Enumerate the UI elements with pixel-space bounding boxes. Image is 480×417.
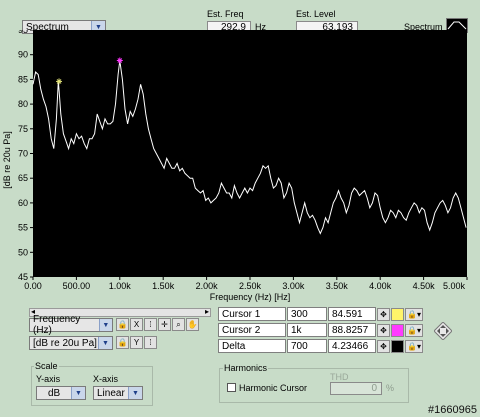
thd-label: THD [330,372,349,382]
scale-title: Scale [34,361,59,371]
y-tick-label: 55 [18,223,28,233]
graph-tools-y: 🔒 Y ⁞ [116,336,157,349]
graph-tools-x: 🔒 X ⁞ ✛ ⌕ ✋ [116,318,199,331]
cursor-y-cell[interactable]: 84.591 [328,307,376,321]
y-axis-label: [dB re 20u Pa] [2,131,12,189]
move-cursor-icon[interactable]: ✥ [377,307,390,321]
chevron-down-icon[interactable]: ▼ [98,319,112,331]
lock-icon[interactable]: 🔒 [116,318,129,331]
cursor-move-pad-icon[interactable] [433,321,453,341]
cursor-name-cell[interactable]: Delta [218,339,286,353]
watermark-text: #1660965 [428,404,477,416]
y-tick-label: 50 [18,247,28,257]
cursor-y-cell[interactable]: 4.23466 [328,339,376,353]
plot-area[interactable] [33,30,467,277]
harmonic-cursor-label: Harmonic Cursor [239,383,308,393]
zoom-tool-icon[interactable]: ⌕ [172,318,185,331]
pan-hand-icon[interactable]: ✋ [186,318,199,331]
chevron-down-icon[interactable]: ▼ [128,387,142,399]
y-tick-label: 90 [18,50,28,60]
harmonic-cursor-checkbox[interactable] [227,383,236,392]
diamond-pad-icon [433,321,453,341]
cursor-color-swatch[interactable] [391,339,404,353]
x-tick-label: 2.50k [239,281,262,291]
cursor-lock-icon[interactable]: 🔒▾ [405,323,423,337]
y-tick-label: 80 [18,99,28,109]
scroll-right-icon[interactable]: ▸ [205,307,209,316]
cursor-name-cell[interactable]: Cursor 1 [218,307,286,321]
crosshair-tool-icon[interactable]: ✛ [158,318,171,331]
cursor-row: Cursor 2 1k 88.8257 ✥ 🔒▾ [218,323,428,337]
cursor-name-cell[interactable]: Cursor 2 [218,323,286,337]
x-unit-select[interactable]: Frequency (Hz) ▼ [29,314,113,336]
est-level-label: Est. Level [296,9,336,19]
x-tick-label: 500.00 [63,281,91,291]
x-axis-label: Frequency (Hz) [Hz] [210,292,291,302]
x-autoscale-icon[interactable]: X [130,318,143,331]
y-tick-label: 95 [18,30,28,35]
cursor-row: Delta 700 4.23466 ✥ 🔒▾ [218,339,428,353]
cursor-lock-icon[interactable]: 🔒▾ [405,307,423,321]
x-tick-label: 0.00 [24,281,42,291]
cursor-table: Cursor 1 300 84.591 ✥ 🔒▾ Cursor 2 1k 88.8257 ✥ 🔒▾… [218,307,428,355]
cursor-lock-icon[interactable]: 🔒▾ [405,339,423,353]
y-axis-scale-label: Y-axis [36,374,61,384]
x-tick-label: 3.00k [282,281,305,291]
y-tick-label: 65 [18,173,28,183]
est-freq-label: Est. Freq [207,9,244,19]
thd-value: 0 [330,382,382,395]
chevron-down-icon[interactable]: ▼ [98,337,112,349]
y-tick-label: 75 [18,124,28,134]
spectrum-chart[interactable]: 9590858075706560555045 0.00 500.00 1.00k 1.… [0,30,480,306]
cursor-x-cell[interactable]: 700 [287,339,327,353]
cursor-color-swatch[interactable] [391,307,404,321]
y-tick-label: 85 [18,74,28,84]
x-tick-label: 5.00k [443,281,466,291]
move-cursor-icon[interactable]: ✥ [377,323,390,337]
cursor-x-cell[interactable]: 1k [287,323,327,337]
cursor-y-cell[interactable]: 88.8257 [328,323,376,337]
harmonics-title: Harmonics [223,363,269,373]
cursor-x-cell[interactable]: 300 [287,307,327,321]
x-axis-scale-label: X-axis [93,374,119,384]
y-tick-label: 60 [18,198,28,208]
y-axis-scale-select[interactable]: dB ▼ [36,386,86,400]
chevron-down-icon[interactable]: ▼ [71,387,85,399]
x-tick-label: 4.00k [369,281,392,291]
x-tick-label: 4.50k [413,281,436,291]
cursor-row: Cursor 1 300 84.591 ✥ 🔒▾ [218,307,428,321]
x-tick-label: 1.50k [152,281,175,291]
move-cursor-icon[interactable]: ✥ [377,339,390,353]
y-tick-label: 70 [18,149,28,159]
y-autoscale-icon[interactable]: Y [130,336,143,349]
x-tick-label: 1.00k [109,281,132,291]
y-unit-select[interactable]: [dB re 20u Pa] ▼ [29,336,113,350]
x-tick-label: 3.50k [326,281,349,291]
thd-unit: % [386,383,395,393]
x-format-icon[interactable]: ⁞ [144,318,157,331]
lock-icon[interactable]: 🔒 [116,336,129,349]
x-axis-scale-select[interactable]: Linear ▼ [93,386,143,400]
x-tick-label: 2.00k [196,281,219,291]
cursor-color-swatch[interactable] [391,323,404,337]
y-format-icon[interactable]: ⁞ [144,336,157,349]
